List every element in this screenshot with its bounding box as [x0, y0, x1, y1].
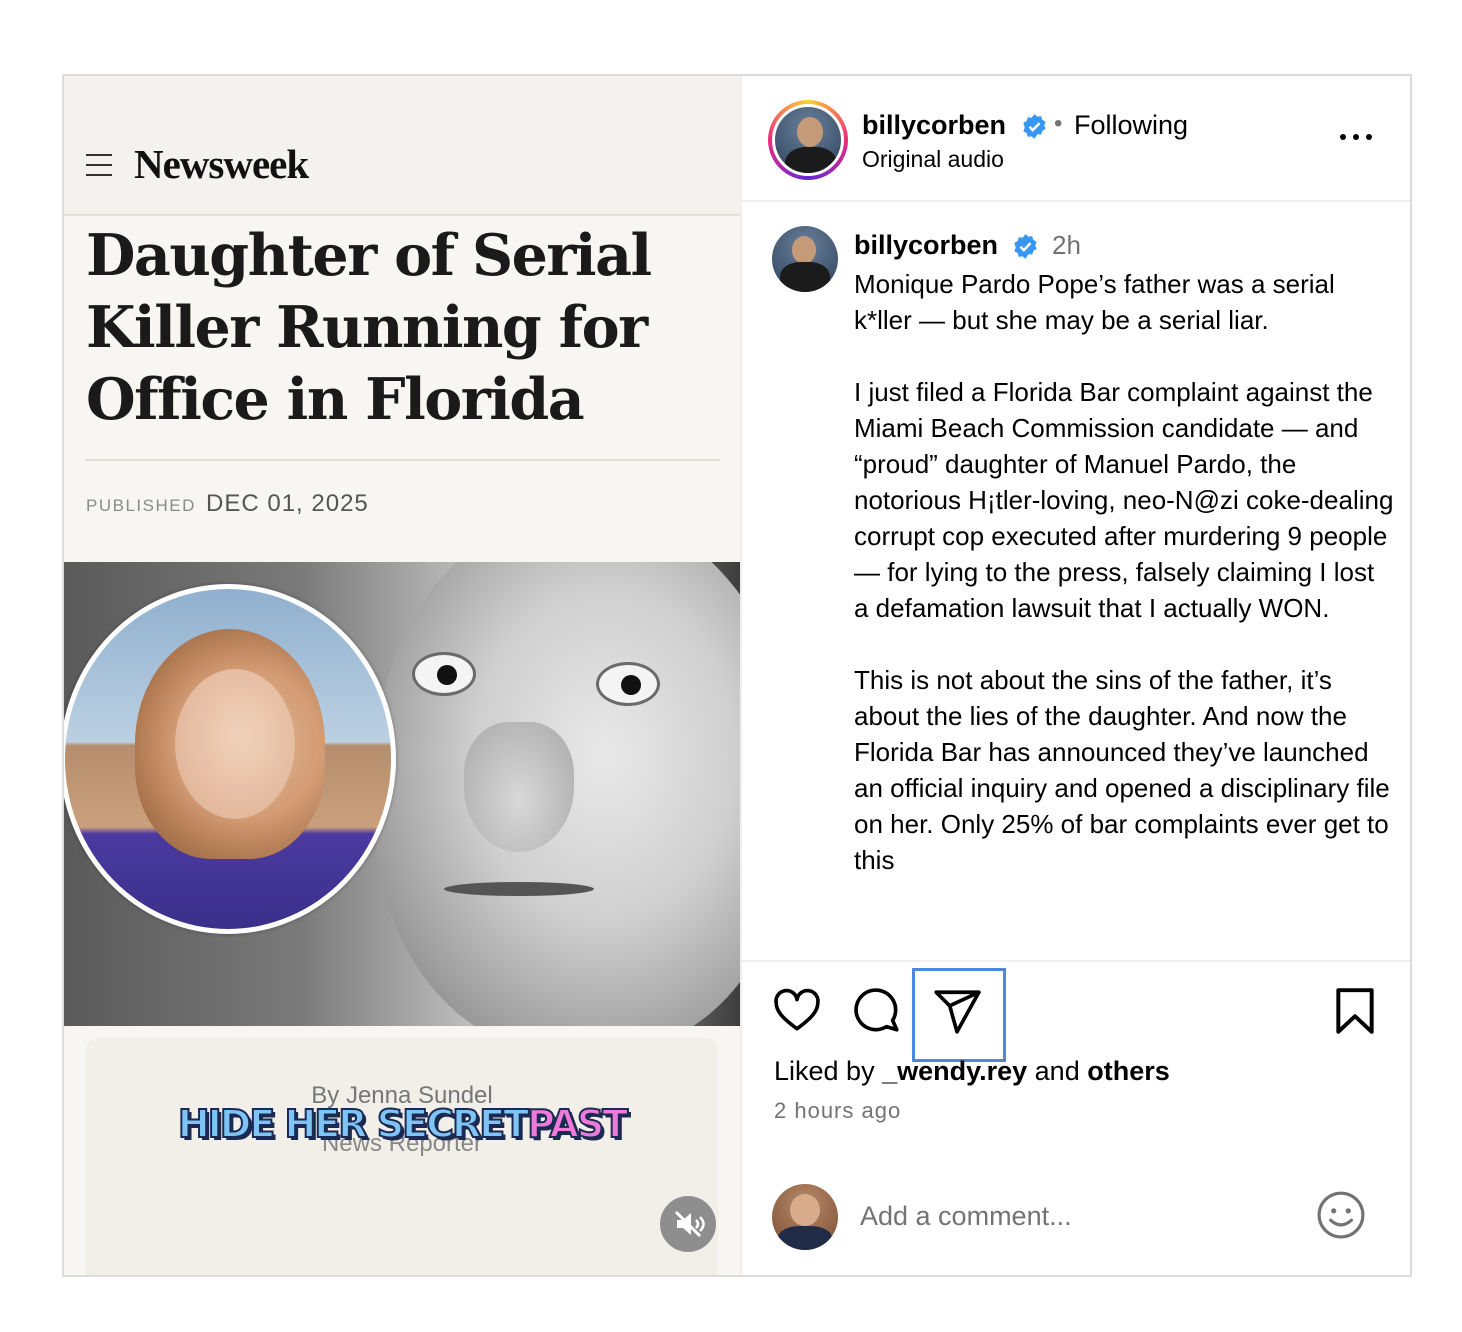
- published-label: PUBLISHED: [86, 496, 196, 515]
- audio-link[interactable]: Original audio: [862, 146, 1004, 173]
- caption-username[interactable]: billycorben: [854, 230, 998, 261]
- newsweek-logo: Newsweek: [134, 141, 309, 187]
- hamburger-icon: [86, 154, 112, 176]
- article-headline: Daughter of Serial Killer Running for Of…: [86, 222, 652, 433]
- caption-main-text: HIDE HER SECRET: [177, 1101, 530, 1147]
- mouth: [444, 882, 594, 896]
- comment-bar: [742, 1170, 1410, 1275]
- separator-dot: •: [1054, 110, 1063, 137]
- newsweek-header: Newsweek: [64, 76, 740, 216]
- more-dots-icon: [1340, 134, 1346, 140]
- comment-bubble-icon: [854, 988, 899, 1032]
- emoji-button[interactable]: [1316, 1190, 1366, 1240]
- avatar[interactable]: [772, 104, 844, 176]
- caption-accent-text: PAST: [526, 1101, 629, 1147]
- verified-badge-icon: [1023, 114, 1046, 139]
- more-options-button[interactable]: [1336, 122, 1376, 152]
- caption-text: Monique Pardo Pope’s father was a serial…: [854, 269, 1394, 875]
- heart-icon: [774, 988, 820, 1031]
- inset-portrait: [64, 584, 396, 934]
- like-button[interactable]: [772, 986, 822, 1036]
- speaker-muted-icon: [674, 1210, 705, 1238]
- byline-card: By Jenna Sundel News Reporter: [86, 1038, 718, 1275]
- post-timestamp[interactable]: 2 hours ago: [774, 1098, 901, 1124]
- bookmark-icon: [1336, 988, 1374, 1034]
- post-panel: billycorben • Following Original audio b…: [740, 76, 1410, 1275]
- post-dialog: Newsweek Daughter of Serial Killer Runni…: [62, 74, 1412, 1277]
- likes-summary: Liked by _wendy.rey and others: [774, 1056, 1170, 1087]
- eye: [596, 662, 660, 706]
- nose: [464, 722, 574, 852]
- likes-prefix: Liked by: [774, 1056, 883, 1086]
- following-button[interactable]: Following: [1074, 110, 1188, 141]
- mute-button[interactable]: [660, 1196, 716, 1252]
- paper-plane-icon: [934, 990, 981, 1034]
- portrait-face: [175, 669, 295, 819]
- divider: [86, 459, 720, 461]
- post-header: billycorben • Following Original audio: [742, 76, 1410, 202]
- smiley-icon: [1317, 1191, 1365, 1239]
- avatar[interactable]: [772, 226, 838, 292]
- caption-timestamp[interactable]: 2h: [1052, 230, 1081, 261]
- caption-section: billycorben 2h Monique Pardo Pope’s fath…: [742, 204, 1410, 960]
- liked-by-user-link[interactable]: _wendy.rey: [882, 1056, 1027, 1086]
- comment-input[interactable]: [860, 1196, 1280, 1236]
- eye: [412, 652, 476, 696]
- viewer-avatar: [772, 1184, 838, 1250]
- save-button[interactable]: [1330, 986, 1380, 1036]
- likes-others-link[interactable]: others: [1087, 1056, 1170, 1086]
- share-button[interactable]: [932, 986, 982, 1036]
- article-photo: [64, 562, 740, 1026]
- reel-video[interactable]: Newsweek Daughter of Serial Killer Runni…: [64, 76, 740, 1275]
- comment-button[interactable]: [852, 986, 902, 1036]
- video-caption-overlay: HIDE HER SECRETPAST: [64, 1101, 740, 1147]
- verified-badge-icon: [1014, 234, 1037, 259]
- published-date: DEC 01, 2025: [206, 490, 369, 517]
- likes-middle: and: [1027, 1056, 1088, 1086]
- header-username[interactable]: billycorben: [862, 110, 1006, 141]
